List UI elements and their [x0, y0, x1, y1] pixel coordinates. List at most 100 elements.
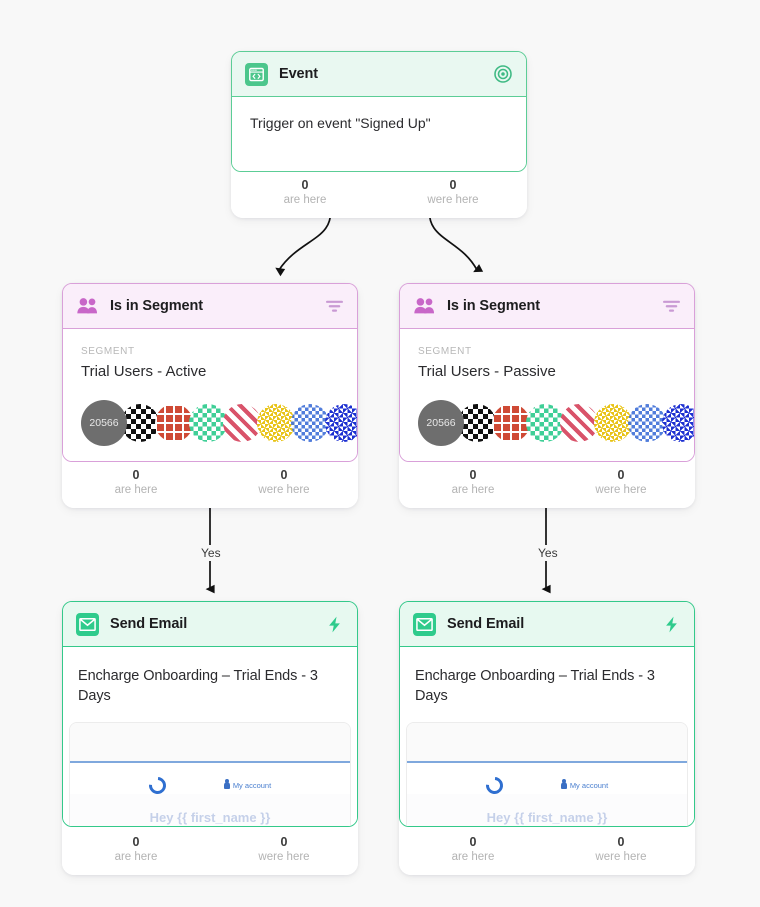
segment-field-label: SEGMENT [81, 346, 135, 357]
email-preview-topband [70, 723, 350, 761]
my-account-label: My account [232, 781, 272, 790]
stat-are-here-value: 0 [132, 468, 140, 482]
node-segment-right-card[interactable]: Is in Segment SEGMENT Trial Users - Pass… [399, 283, 695, 462]
node-segment-left-body: SEGMENT Trial Users - Active 20566 YA [63, 329, 357, 461]
stat-were-here-label: were here [427, 194, 479, 206]
stat-were-here: 0 were here [547, 468, 695, 498]
stat-are-here: 0 are here [399, 468, 547, 498]
segment-field-label: SEGMENT [418, 346, 472, 357]
email-subject: Encharge Onboarding – Trial Ends - 3 Day… [415, 668, 655, 704]
code-browser-icon [245, 62, 268, 86]
email-preview-thumbnail[interactable]: My account Hey {{ first_name }} [406, 722, 688, 826]
stat-were-here-value: 0 [617, 835, 625, 849]
node-segment-right[interactable]: Is in Segment SEGMENT Trial Users - Pass… [399, 283, 695, 508]
users-icon [413, 295, 436, 318]
stat-are-here-label: are here [114, 484, 158, 496]
brand-logo-icon [482, 773, 507, 798]
stat-are-here-label: are here [451, 851, 495, 863]
node-email-right-body: Encharge Onboarding – Trial Ends - 3 Day… [400, 647, 694, 826]
users-icon [76, 295, 99, 318]
stat-were-here-label: were here [595, 851, 647, 863]
node-segment-right-title: Is in Segment [447, 298, 540, 314]
node-event-body: Trigger on event "Signed Up" [232, 97, 526, 171]
avatar-count-badge: 20566 [81, 399, 127, 446]
stat-are-here: 0 are here [231, 178, 379, 208]
stat-are-here: 0 are here [399, 835, 547, 865]
stat-are-here-label: are here [283, 194, 327, 206]
stat-are-here-value: 0 [301, 178, 309, 192]
target-icon[interactable] [492, 63, 514, 85]
connector-label-yes-right: Yes [533, 545, 563, 561]
avatar [594, 403, 632, 442]
stat-are-here-value: 0 [469, 835, 477, 849]
email-preview-thumbnail[interactable]: My account Hey {{ first_name }} [69, 722, 351, 826]
avatar [492, 403, 530, 442]
stat-were-here-label: were here [258, 484, 310, 496]
node-segment-left-card[interactable]: Is in Segment SEGMENT Trial Users - Acti… [62, 283, 358, 462]
stat-were-here: 0 were here [210, 835, 358, 865]
stat-were-here-value: 0 [280, 835, 288, 849]
node-segment-left[interactable]: Is in Segment SEGMENT Trial Users - Acti… [62, 283, 358, 508]
avatar [325, 403, 357, 442]
avatar-count-badge: 20566 [418, 399, 464, 446]
segment-avatar-list: 20566 YA [418, 399, 694, 446]
segment-name: Trial Users - Passive [418, 363, 556, 380]
brand-logo-icon [145, 773, 170, 798]
avatar [257, 403, 295, 442]
node-event-header: Event [232, 52, 526, 97]
stat-are-here-value: 0 [132, 835, 140, 849]
email-subject: Encharge Onboarding – Trial Ends - 3 Day… [78, 668, 318, 704]
node-segment-right-body: SEGMENT Trial Users - Passive 20566 YA [400, 329, 694, 461]
node-segment-left-title: Is in Segment [110, 298, 203, 314]
stat-are-here: 0 are here [62, 835, 210, 865]
avatar [223, 403, 261, 442]
lightning-bolt-icon[interactable] [660, 613, 682, 635]
email-preview-topband [407, 723, 687, 761]
node-email-left[interactable]: Send Email Encharge Onboarding – Trial E… [62, 601, 358, 875]
node-email-left-title: Send Email [110, 616, 188, 632]
node-email-left-card[interactable]: Send Email Encharge Onboarding – Trial E… [62, 601, 358, 827]
person-icon [223, 779, 230, 789]
node-segment-left-header: Is in Segment [63, 284, 357, 329]
segment-avatar-list: 20566 YA [81, 399, 357, 446]
stat-were-here: 0 were here [547, 835, 695, 865]
filter-icon[interactable] [323, 295, 345, 317]
node-email-right[interactable]: Send Email Encharge Onboarding – Trial E… [399, 601, 695, 875]
my-account-link: My account [560, 779, 608, 790]
segment-name: Trial Users - Active [81, 363, 207, 380]
avatar [189, 403, 227, 442]
email-preview-toolbar: My account [70, 763, 350, 798]
envelope-icon [413, 612, 436, 636]
node-email-left-header: Send Email [63, 602, 357, 647]
stat-are-here-label: are here [451, 484, 495, 496]
filter-icon[interactable] [660, 295, 682, 317]
lightning-bolt-icon[interactable] [323, 613, 345, 635]
avatar [628, 403, 666, 442]
email-preview-toolbar: My account [407, 763, 687, 798]
node-email-right-header: Send Email [400, 602, 694, 647]
stat-were-here-value: 0 [617, 468, 625, 482]
email-preview-cut-text: Hey {{ first_name }} [149, 810, 271, 825]
avatar [155, 403, 193, 442]
node-email-left-body: Encharge Onboarding – Trial Ends - 3 Day… [63, 647, 357, 826]
my-account-link: My account [223, 779, 272, 790]
avatar [526, 403, 564, 442]
stat-are-here: 0 are here [62, 468, 210, 498]
envelope-icon [76, 612, 99, 636]
node-event-card[interactable]: Event Trigger on event "Signed Up" [231, 51, 527, 172]
stat-were-here-label: were here [258, 851, 310, 863]
node-email-right-title: Send Email [447, 616, 525, 632]
flow-canvas: Yes Yes Event Trigger on event "Signed U… [0, 0, 760, 907]
node-email-left-stats: 0 are here 0 were here [62, 827, 358, 875]
avatar [291, 403, 329, 442]
stat-were-here: 0 were here [379, 178, 527, 208]
person-icon [560, 779, 567, 789]
node-segment-right-header: Is in Segment [400, 284, 694, 329]
stat-were-here: 0 were here [210, 468, 358, 498]
avatar [560, 403, 598, 442]
event-trigger-text: Trigger on event "Signed Up" [250, 115, 431, 131]
node-event[interactable]: Event Trigger on event "Signed Up" 0 are… [231, 51, 527, 218]
stat-were-here-label: were here [595, 484, 647, 496]
node-email-right-card[interactable]: Send Email Encharge Onboarding – Trial E… [399, 601, 695, 827]
stat-are-here-value: 0 [469, 468, 477, 482]
